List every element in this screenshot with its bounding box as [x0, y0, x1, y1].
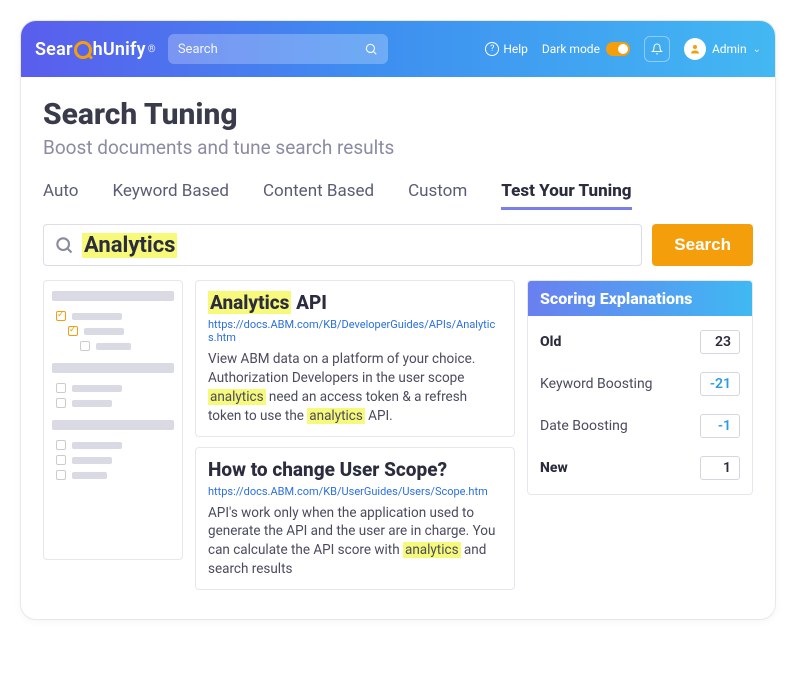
facet-skeleton: [72, 313, 122, 320]
score-row: New 1: [540, 456, 740, 480]
facet-skeleton: [72, 442, 122, 449]
score-row: Date Boosting -1: [540, 414, 740, 438]
tabs-row: Auto Keyword Based Content Based Custom Test…: [43, 181, 753, 210]
logo-text-2: hUnify: [93, 39, 146, 60]
score-row: Old 23: [540, 330, 740, 354]
product-logo: Sear hUnify®: [35, 39, 156, 60]
checkbox-icon[interactable]: [56, 440, 66, 450]
search-result[interactable]: How to change User Scope? https://docs.AB…: [195, 447, 515, 591]
search-icon: [54, 235, 74, 255]
score-value: 1: [700, 456, 740, 480]
score-value: 23: [700, 330, 740, 354]
notifications-button[interactable]: [644, 36, 670, 62]
scoring-panel-body: Old 23 Keyword Boosting -21 Date Boosting -1 N…: [528, 316, 752, 494]
checkbox-icon[interactable]: [56, 383, 66, 393]
scoring-panel: Scoring Explanations Old 23 Keyword Boosti…: [527, 280, 753, 495]
page-subtitle: Boost documents and tune search results: [43, 136, 753, 159]
scoring-column: Scoring Explanations Old 23 Keyword Boosti…: [527, 280, 753, 590]
help-link[interactable]: ? Help: [485, 42, 528, 56]
score-label: New: [540, 460, 568, 476]
user-menu[interactable]: Admin ⌄: [684, 38, 761, 60]
score-label: Date Boosting: [540, 418, 628, 434]
score-label: Keyword Boosting: [540, 376, 653, 392]
content-columns: Analytics API https://docs.ABM.com/KB/Dev…: [43, 280, 753, 590]
tab-custom[interactable]: Custom: [408, 181, 467, 210]
help-label: Help: [503, 42, 528, 56]
result-description: View ABM data on a platform of your choi…: [208, 350, 502, 426]
facet-skeleton: [72, 457, 112, 464]
facet-heading-skeleton: [52, 363, 174, 373]
logo-text-1: Sear: [35, 39, 73, 60]
result-url[interactable]: https://docs.ABM.com/KB/UserGuides/Users…: [208, 485, 502, 498]
search-result[interactable]: Analytics API https://docs.ABM.com/KB/Dev…: [195, 280, 515, 437]
facet-skeleton: [96, 343, 131, 350]
checkbox-icon[interactable]: [56, 311, 66, 321]
app-window: SearhUnify® Search ? Help Dark mode Adm: [20, 20, 776, 620]
question-circle-icon: ?: [485, 42, 499, 56]
top-right-controls: ? Help Dark mode Admin ⌄: [485, 36, 761, 62]
score-value: -1: [700, 414, 740, 438]
scoring-panel-title: Scoring Explanations: [528, 281, 752, 316]
magnifier-icon: [74, 41, 92, 59]
facet-skeleton: [72, 385, 122, 392]
chevron-down-icon: ⌄: [753, 44, 761, 55]
checkbox-icon[interactable]: [80, 341, 90, 351]
dark-mode-label: Dark mode: [542, 42, 600, 56]
top-bar: SearhUnify® Search ? Help Dark mode Adm: [21, 21, 775, 77]
tab-auto[interactable]: Auto: [43, 181, 78, 210]
checkbox-icon[interactable]: [56, 455, 66, 465]
toggle-switch-icon: [606, 42, 630, 56]
tab-content-based[interactable]: Content Based: [263, 181, 374, 210]
score-row: Keyword Boosting -21: [540, 372, 740, 396]
facet-heading-skeleton: [52, 291, 174, 301]
search-button[interactable]: Search: [652, 224, 753, 266]
user-icon: [689, 43, 701, 55]
result-title: Analytics API: [208, 291, 502, 314]
facet-heading-skeleton: [52, 420, 174, 430]
user-label: Admin: [712, 42, 747, 56]
facet-skeleton: [84, 328, 124, 335]
tuning-search-row: Analytics Search: [43, 224, 753, 266]
page-title: Search Tuning: [43, 97, 753, 132]
registered-mark: ®: [148, 44, 156, 55]
checkbox-icon[interactable]: [68, 326, 78, 336]
facet-panel: [43, 280, 183, 560]
tab-keyword-based[interactable]: Keyword Based: [112, 181, 229, 210]
checkbox-icon[interactable]: [56, 470, 66, 480]
global-search-input[interactable]: Search: [168, 34, 388, 64]
avatar: [684, 38, 706, 60]
dark-mode-toggle[interactable]: Dark mode: [542, 42, 630, 56]
result-title: How to change User Scope?: [208, 458, 502, 481]
global-search-placeholder: Search: [178, 42, 364, 57]
result-description: API's work only when the application use…: [208, 504, 502, 580]
score-label: Old: [540, 334, 561, 350]
bell-icon: [651, 43, 663, 55]
tuning-search-input[interactable]: Analytics: [43, 224, 642, 266]
search-icon: [364, 42, 378, 56]
score-value: -21: [700, 372, 740, 396]
page-body: Search Tuning Boost documents and tune s…: [21, 77, 775, 610]
facet-skeleton: [72, 472, 107, 479]
facet-skeleton: [72, 400, 112, 407]
results-list: Analytics API https://docs.ABM.com/KB/Dev…: [195, 280, 515, 590]
tab-test-your-tuning[interactable]: Test Your Tuning: [501, 181, 631, 210]
result-url[interactable]: https://docs.ABM.com/KB/DeveloperGuides/…: [208, 318, 502, 344]
checkbox-icon[interactable]: [56, 398, 66, 408]
tuning-search-value: Analytics: [82, 233, 177, 258]
